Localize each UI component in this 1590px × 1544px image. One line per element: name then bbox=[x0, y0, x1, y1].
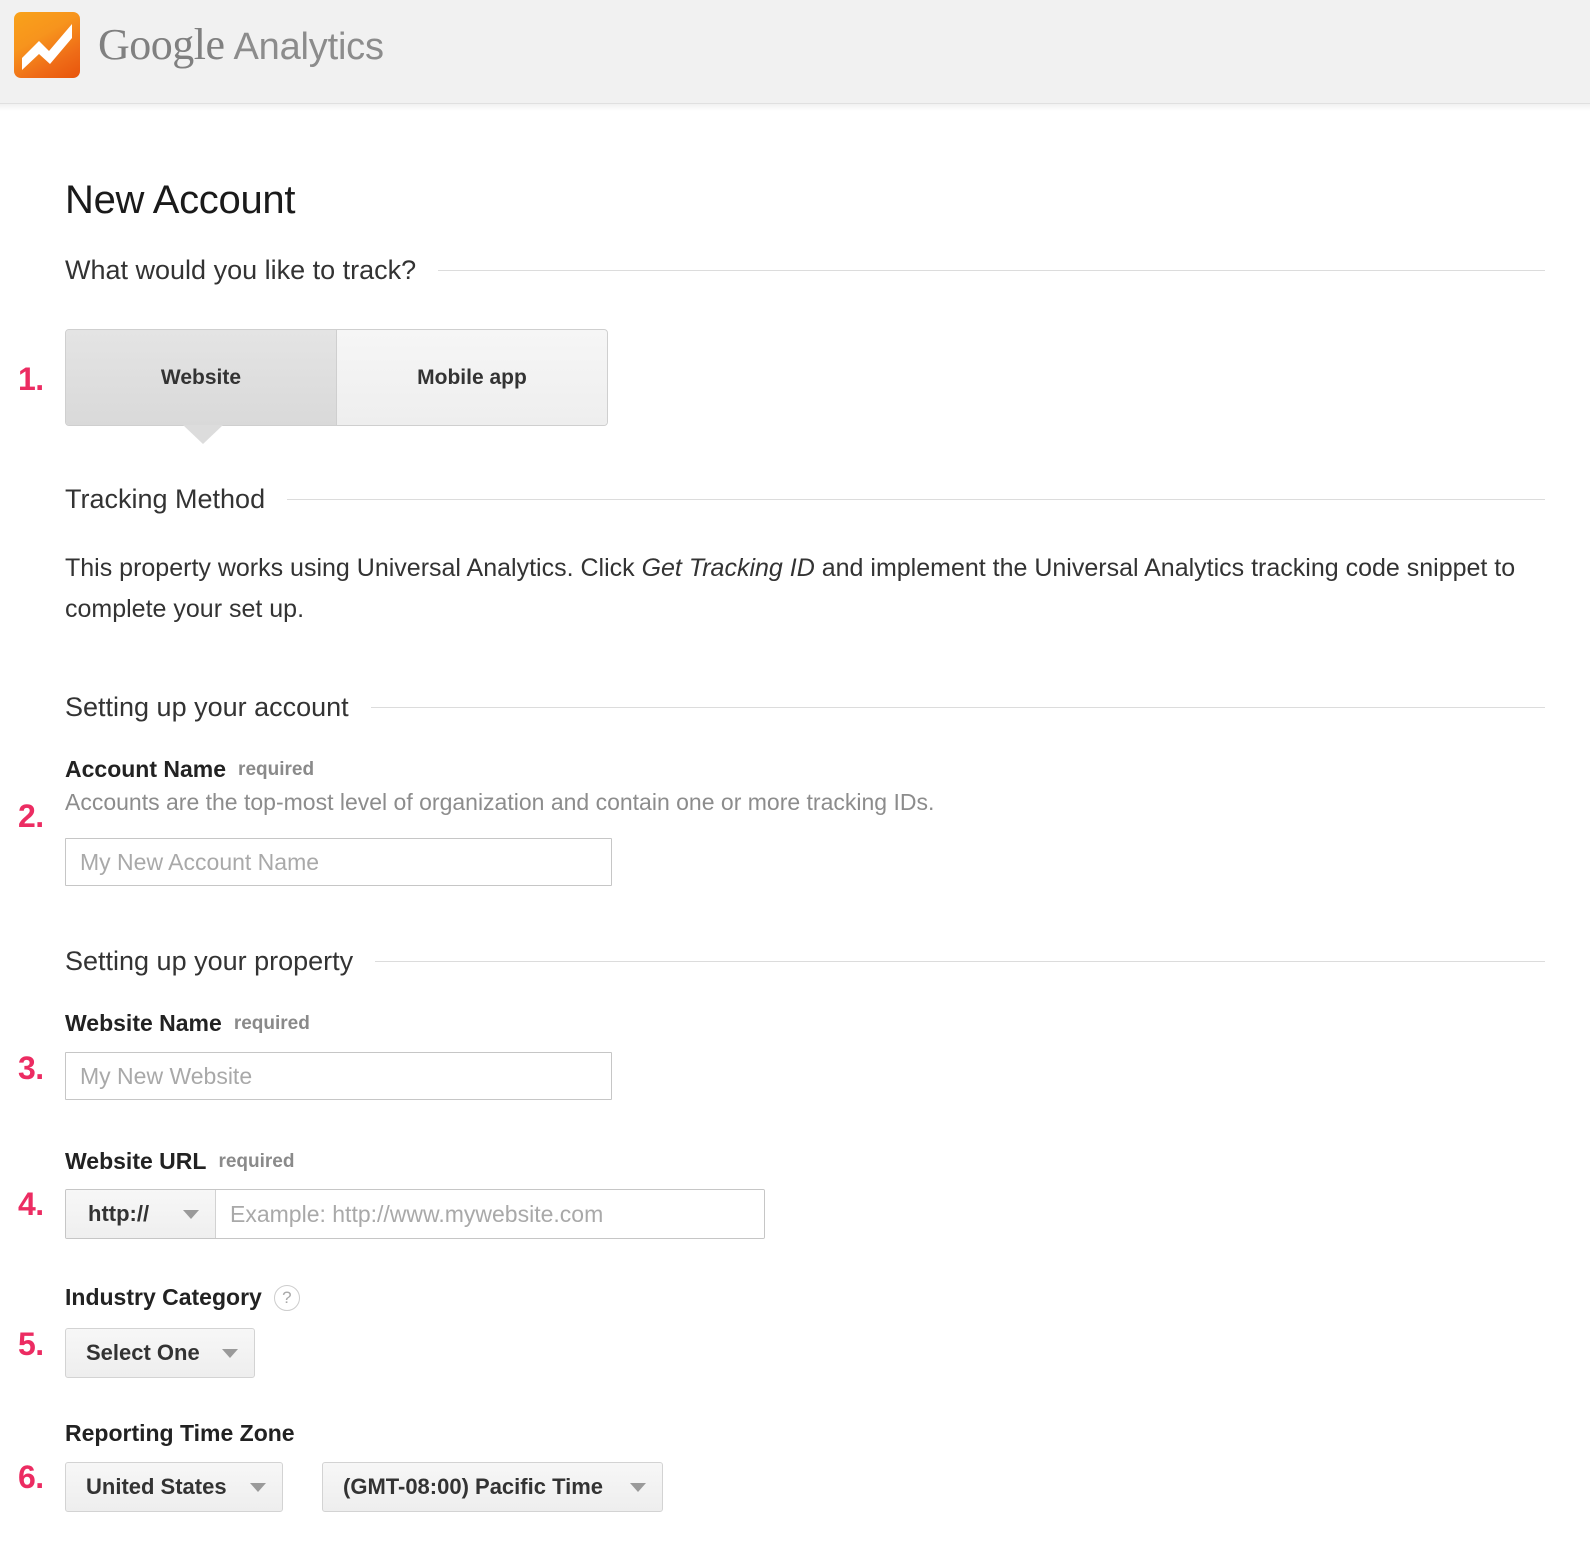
step-number-3: 3. bbox=[16, 1048, 46, 1088]
step-number-1: 1. bbox=[16, 359, 46, 399]
section-header-property-label: Setting up your property bbox=[65, 946, 354, 976]
account-name-field-group: 2. Account Name required Accounts are th… bbox=[16, 756, 1545, 886]
content-column: New Account What would you like to track… bbox=[16, 104, 1545, 1512]
step-number-6: 6. bbox=[16, 1457, 46, 1497]
section-header-account-label: Setting up your account bbox=[65, 692, 349, 722]
section-rule bbox=[438, 270, 1545, 271]
tracking-method-emphasis: Get Tracking ID bbox=[641, 554, 815, 582]
time-zone-offset-dropdown[interactable]: (GMT-08:00) Pacific Time bbox=[322, 1462, 663, 1512]
time-zone-dropdown-row: United States (GMT-08:00) Pacific Time bbox=[65, 1462, 1545, 1512]
brand-google-text: Google bbox=[98, 20, 225, 69]
website-url-required-tag: required bbox=[218, 1150, 295, 1172]
website-name-required-tag: required bbox=[233, 1012, 310, 1034]
website-url-label-text: Website URL bbox=[65, 1148, 207, 1174]
time-zone-country-dropdown[interactable]: United States bbox=[65, 1462, 283, 1512]
tracking-method-description: This property works using Universal Anal… bbox=[65, 548, 1535, 629]
industry-category-dropdown[interactable]: Select One bbox=[65, 1328, 255, 1378]
website-name-label-text: Website Name bbox=[65, 1010, 222, 1036]
chevron-down-icon bbox=[221, 1348, 238, 1358]
section-header-account: Setting up your account bbox=[65, 692, 1545, 723]
section-rule bbox=[287, 499, 1545, 500]
toggle-option-mobile-app[interactable]: Mobile app bbox=[337, 330, 607, 425]
google-analytics-logo-icon bbox=[14, 12, 80, 78]
track-type-toggle-group: 1. Website Mobile app bbox=[16, 329, 608, 444]
brand-logo-lockup[interactable]: Google Analytics bbox=[14, 12, 384, 78]
section-rule bbox=[370, 707, 1545, 708]
website-name-input[interactable] bbox=[65, 1052, 612, 1100]
industry-category-label: Industry Category ? bbox=[65, 1284, 1545, 1311]
chevron-down-icon bbox=[630, 1482, 646, 1492]
website-url-field-group: 4. Website URL required http:// bbox=[16, 1148, 1545, 1239]
account-name-label: Account Name required bbox=[65, 756, 1545, 783]
section-header-tracking-method-label: Tracking Method bbox=[65, 484, 266, 514]
time-zone-country-value: United States bbox=[86, 1474, 227, 1499]
app-header: Google Analytics bbox=[0, 0, 1590, 111]
track-type-toggle[interactable]: Website Mobile app bbox=[65, 329, 608, 426]
page-title: New Account bbox=[65, 178, 296, 222]
website-url-label: Website URL required bbox=[65, 1148, 1545, 1175]
page-body: New Account What would you like to track… bbox=[0, 104, 1590, 1512]
account-name-label-text: Account Name bbox=[65, 756, 227, 782]
chevron-down-icon bbox=[183, 1209, 199, 1219]
url-scheme-dropdown[interactable]: http:// bbox=[66, 1190, 216, 1238]
section-header-property: Setting up your property bbox=[65, 946, 1545, 977]
section-rule bbox=[375, 961, 1545, 962]
reporting-time-zone-label: Reporting Time Zone bbox=[65, 1420, 1545, 1447]
account-name-required-tag: required bbox=[238, 758, 315, 780]
step-number-2: 2. bbox=[16, 796, 46, 836]
industry-category-field-group: 5. Industry Category ? Select One bbox=[16, 1284, 1545, 1378]
selected-tab-caret-icon bbox=[183, 425, 223, 444]
account-name-input[interactable] bbox=[65, 838, 612, 886]
reporting-time-zone-label-text: Reporting Time Zone bbox=[65, 1420, 295, 1446]
industry-category-selected-value: Select One bbox=[86, 1340, 200, 1365]
step-number-5: 5. bbox=[16, 1324, 46, 1364]
question-mark-icon[interactable]: ? bbox=[273, 1284, 300, 1311]
chevron-down-icon bbox=[250, 1482, 266, 1492]
time-zone-offset-value: (GMT-08:00) Pacific Time bbox=[343, 1474, 604, 1499]
step-number-4: 4. bbox=[16, 1184, 46, 1224]
website-name-label: Website Name required bbox=[65, 1010, 1545, 1037]
brand-analytics-text: Analytics bbox=[233, 26, 384, 68]
website-url-control: http:// bbox=[65, 1189, 765, 1239]
website-name-field-group: 3. Website Name required bbox=[16, 1010, 1545, 1100]
url-scheme-value: http:// bbox=[88, 1201, 150, 1226]
section-header-track-label: What would you like to track? bbox=[65, 255, 417, 285]
tracking-method-text-before: This property works using Universal Anal… bbox=[65, 554, 642, 582]
website-url-input[interactable] bbox=[216, 1190, 764, 1238]
section-header-tracking-method: Tracking Method bbox=[65, 484, 1545, 515]
section-header-track: What would you like to track? bbox=[65, 255, 1545, 286]
reporting-time-zone-field-group: 6. Reporting Time Zone United States (GM… bbox=[16, 1420, 1545, 1512]
toggle-option-website[interactable]: Website bbox=[66, 330, 337, 425]
industry-category-label-text: Industry Category bbox=[65, 1284, 262, 1310]
account-name-description: Accounts are the top-most level of organ… bbox=[65, 789, 935, 815]
